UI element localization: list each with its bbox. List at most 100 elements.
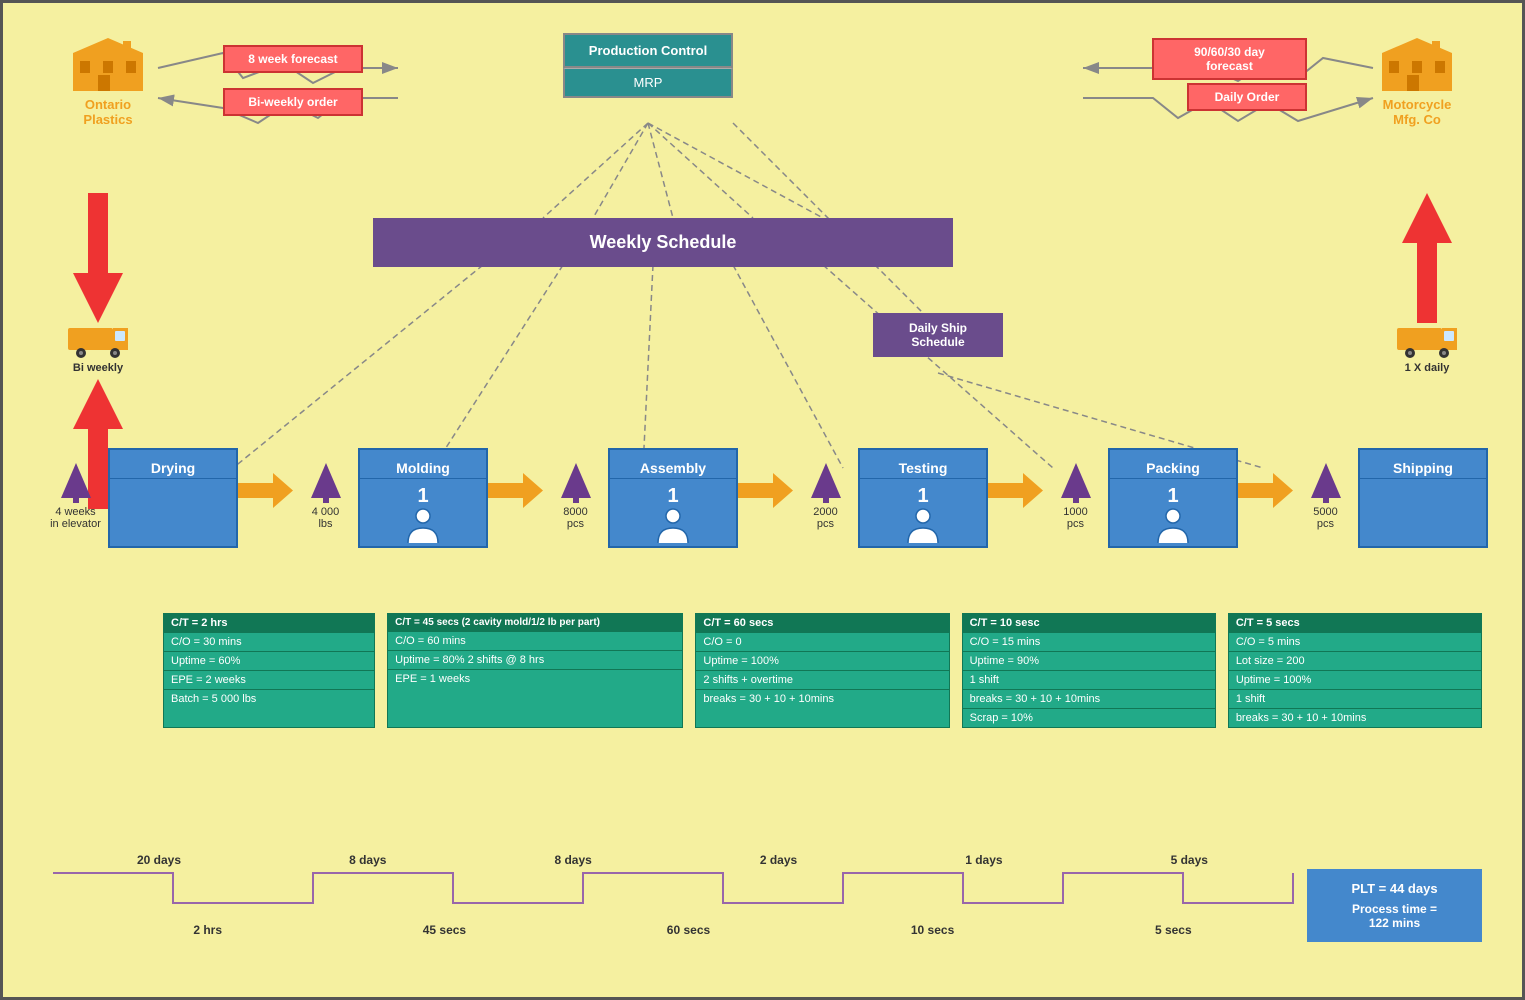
info-card-testing: C/T = 10 sesc C/O = 15 mins Uptime = 90%… — [962, 613, 1216, 728]
drying-epe: EPE = 2 weeks — [164, 670, 374, 689]
timeline-day-3: 2 days — [760, 853, 797, 867]
process-drying-col: Drying — [108, 448, 238, 548]
process-box-assembly: Assembly 1 — [608, 448, 738, 548]
orange-arrow-3 — [738, 473, 793, 508]
inventory-triangle-2 — [561, 463, 591, 503]
person-icon-assembly — [653, 508, 693, 543]
assembly-co: C/O = 0 — [696, 632, 948, 651]
inventory-label-2: 8000pcs — [563, 506, 587, 530]
inventory-triangle-5 — [1311, 463, 1341, 503]
timeline-proc-2: 60 secs — [667, 923, 710, 937]
timeline-day-4: 1 days — [965, 853, 1002, 867]
inventory-triangle-1 — [311, 463, 341, 503]
process-box-packing: Packing 1 — [1108, 448, 1238, 548]
info-cards-row: C/T = 2 hrs C/O = 30 mins Uptime = 60% E… — [163, 613, 1482, 728]
testing-ct: C/T = 10 sesc — [963, 614, 1215, 632]
timeline-day-5: 5 days — [1171, 853, 1208, 867]
forecast-8week-box: 8 week forecast — [223, 45, 363, 73]
drying-batch: Batch = 5 000 lbs — [164, 689, 374, 708]
process-title-drying: Drying — [110, 458, 236, 479]
process-time-label: Process time =122 mins — [1315, 902, 1474, 930]
supplier-factory-icon — [68, 33, 148, 93]
assembly-uptime: Uptime = 100% — [696, 651, 948, 670]
customer-factory-icon — [1377, 33, 1457, 93]
process-number-testing: 1 — [917, 485, 928, 508]
timeline-day-2: 8 days — [554, 853, 591, 867]
daily-ship-schedule: Daily ShipSchedule — [873, 313, 1003, 357]
info-card-molding: C/T = 45 secs (2 cavity mold/1/2 lb per … — [387, 613, 683, 728]
process-title-packing: Packing — [1110, 458, 1236, 479]
arrow-molding-to-assembly — [488, 473, 543, 508]
customer-label: Motorcycle Mfg. Co — [1372, 97, 1462, 127]
person-icon-packing — [1153, 508, 1193, 543]
orange-arrow-1 — [238, 473, 293, 508]
inventory-start: 4 weeksin elevator — [43, 463, 108, 530]
process-number-packing: 1 — [1167, 485, 1178, 508]
packing-uptime: Uptime = 100% — [1229, 670, 1481, 689]
timeline-day-0: 20 days — [137, 853, 181, 867]
delivery-right: 1 X daily — [1392, 193, 1462, 374]
process-box-shipping: Shipping — [1358, 448, 1488, 548]
process-testing-col: Testing 1 — [858, 448, 988, 548]
testing-uptime: Uptime = 90% — [963, 651, 1215, 670]
timeline-proc-4: 5 secs — [1155, 923, 1192, 937]
process-shipping-col: Shipping — [1358, 448, 1488, 548]
orange-arrow-2 — [488, 473, 543, 508]
assembly-breaks: breaks = 30 + 10 + 10mins — [696, 689, 948, 708]
packing-shifts: 1 shift — [1229, 689, 1481, 708]
drying-uptime: Uptime = 60% — [164, 651, 374, 670]
inventory-label-4: 1000pcs — [1063, 506, 1087, 530]
timeline-process-row: 2 hrs 45 secs 60 secs 10 secs 5 secs — [93, 923, 1292, 937]
forecast-906030-label: 90/60/30 dayforecast — [1194, 45, 1265, 73]
orange-arrow-4 — [988, 473, 1043, 508]
delivery-left-label: Bi weekly — [73, 362, 123, 374]
process-title-testing: Testing — [860, 458, 986, 479]
daily-order-box: Daily Order — [1187, 83, 1307, 111]
info-card-drying: C/T = 2 hrs C/O = 30 mins Uptime = 60% E… — [163, 613, 375, 728]
plt-box: PLT = 44 days Process time =122 mins — [1307, 869, 1482, 942]
forecast-8week-label: 8 week forecast — [248, 52, 337, 66]
molding-ct: C/T = 45 secs (2 cavity mold/1/2 lb per … — [388, 614, 682, 631]
inventory-3: 2000pcs — [793, 463, 858, 530]
process-title-molding: Molding — [360, 458, 486, 479]
process-molding-col: Molding 1 — [358, 448, 488, 548]
inventory-2: 8000pcs — [543, 463, 608, 530]
packing-co: C/O = 5 mins — [1229, 632, 1481, 651]
daily-ship-label: Daily ShipSchedule — [909, 321, 967, 349]
delivery-right-label: 1 X daily — [1405, 362, 1450, 374]
weekly-schedule: Weekly Schedule — [373, 218, 953, 267]
timeline-day-1: 8 days — [349, 853, 386, 867]
production-control: Production Control MRP — [563, 33, 733, 98]
timeline-proc-3: 10 secs — [911, 923, 954, 937]
molding-uptime: Uptime = 80% 2 shifts @ 8 hrs — [388, 650, 682, 669]
forecast-906030-box: 90/60/30 dayforecast — [1152, 38, 1307, 80]
prod-control-title: Production Control — [563, 33, 733, 68]
inventory-label-1: 4 000lbs — [312, 506, 340, 530]
inventory-label-3: 2000pcs — [813, 506, 837, 530]
process-box-testing: Testing 1 — [858, 448, 988, 548]
arrow-testing-to-packing — [988, 473, 1043, 508]
info-card-packing: C/T = 5 secs C/O = 5 mins Lot size = 200… — [1228, 613, 1482, 728]
arrow-packing-to-shipping — [1238, 473, 1293, 508]
truck-right-icon — [1392, 313, 1462, 358]
main-container: Ontario Plastics Motorcycle Mfg. Co Prod… — [0, 0, 1525, 1000]
process-number-assembly: 1 — [667, 485, 678, 508]
process-title-assembly: Assembly — [610, 458, 736, 479]
supplier-box: Ontario Plastics — [63, 33, 153, 127]
daily-order-label: Daily Order — [1215, 90, 1280, 104]
process-box-drying: Drying — [108, 448, 238, 548]
weekly-schedule-label: Weekly Schedule — [590, 232, 737, 252]
process-box-molding: Molding 1 — [358, 448, 488, 548]
drying-ct: C/T = 2 hrs — [164, 614, 374, 632]
plt-label: PLT = 44 days — [1315, 881, 1474, 896]
arrow-up-right — [1402, 193, 1452, 323]
process-title-shipping: Shipping — [1360, 458, 1486, 479]
molding-epe: EPE = 1 weeks — [388, 669, 682, 688]
inventory-5: 5000pcs — [1293, 463, 1358, 530]
truck-left-icon — [63, 313, 133, 358]
assembly-shifts: 2 shifts + overtime — [696, 670, 948, 689]
process-row: 4 weeksin elevator Drying 4 000lbs — [43, 448, 1482, 548]
process-packing-col: Packing 1 — [1108, 448, 1238, 548]
inventory-4: 1000pcs — [1043, 463, 1108, 530]
timeline-proc-1: 45 secs — [423, 923, 466, 937]
